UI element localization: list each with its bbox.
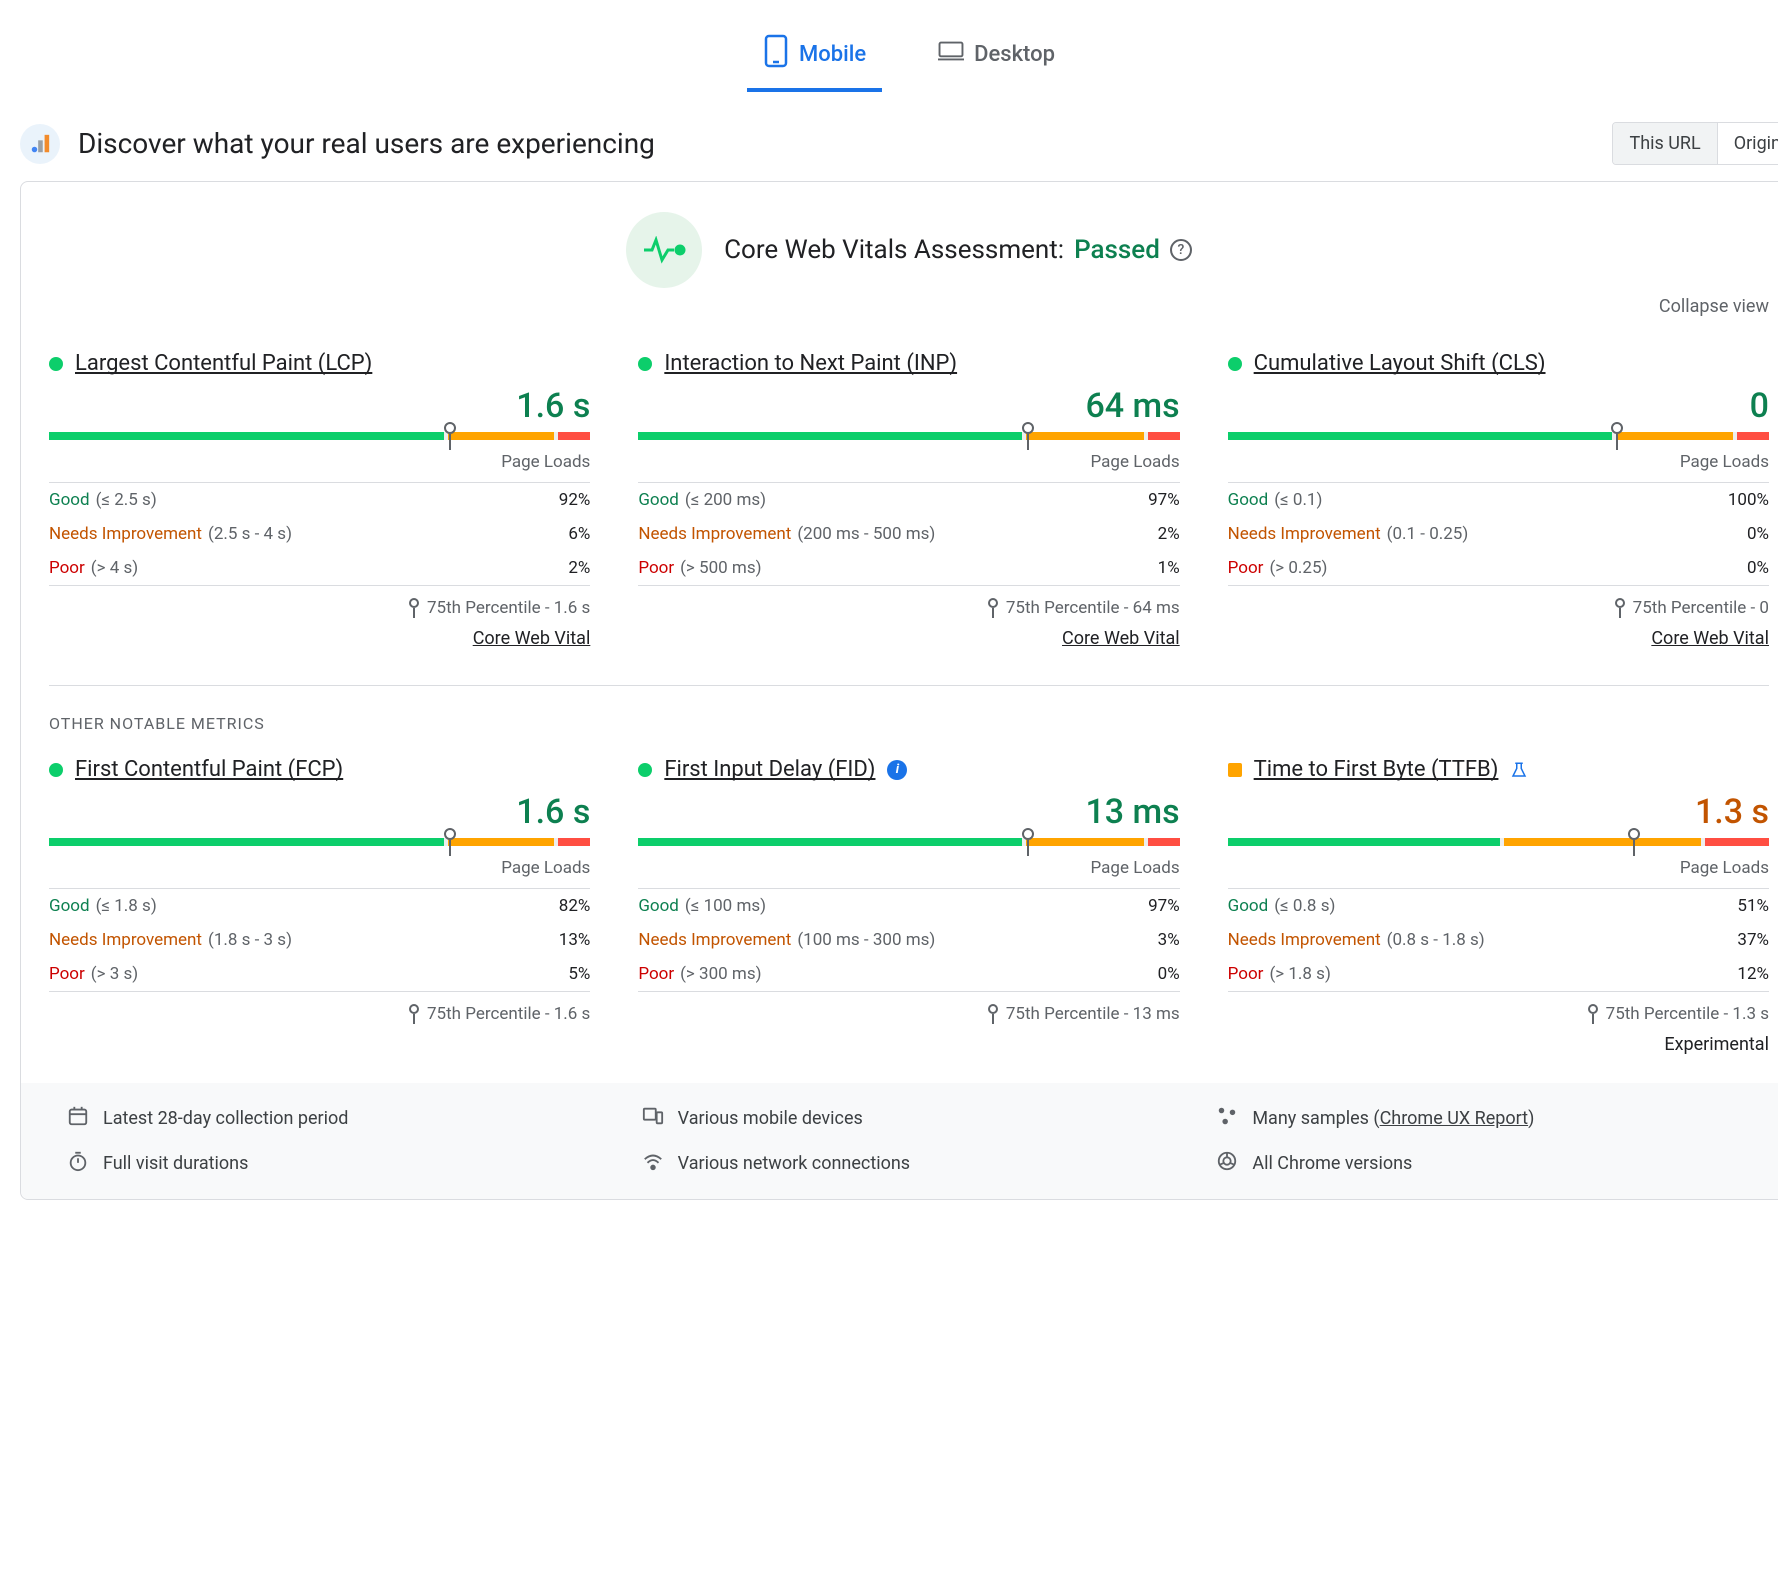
status-dot [638,763,652,777]
seg-this-url[interactable]: This URL [1613,123,1716,164]
pin-icon [409,1004,419,1024]
ttfb-percentile-label: 75th Percentile - 1.3 s [1228,991,1769,1024]
cls-percentile-label: 75th Percentile - 0 [1228,585,1769,618]
fid-distribution-bar [638,838,1179,846]
fcp-name-link[interactable]: First Contentful Paint (FCP) [75,757,343,782]
status-dot [1228,763,1242,777]
flask-icon[interactable] [1510,761,1528,779]
page-loads-label: Page Loads [1228,858,1769,878]
fid-value: 13 ms [638,792,1179,832]
core-metrics-grid: Largest Contentful Paint (LCP) 1.6 s Pag… [49,351,1769,649]
desktop-icon [938,34,964,74]
pin-icon [1615,598,1625,618]
page-loads-label: Page Loads [49,858,590,878]
lcp-distribution-bar [49,432,590,440]
cls-distribution-bar [1228,432,1769,440]
status-dot [638,357,652,371]
metric-cls: Cumulative Layout Shift (CLS) 0 Page Loa… [1228,351,1769,649]
cls-cwv-link[interactable]: Core Web Vital [1228,628,1769,649]
page-loads-label: Page Loads [49,452,590,472]
cls-name-link[interactable]: Cumulative Layout Shift (CLS) [1254,351,1546,376]
pin-icon [1588,1004,1598,1024]
chrome-icon [1216,1150,1238,1177]
page-loads-label: Page Loads [638,858,1179,878]
fid-name-link[interactable]: First Input Delay (FID) [664,757,875,782]
footer-samples: Many samples (Chrome UX Report) [1216,1105,1751,1132]
url-origin-segmented: This URL Origin [1612,122,1778,165]
ttfb-distribution-bar [1228,838,1769,846]
fcp-value: 1.6 s [49,792,590,832]
pin-icon [409,598,419,618]
tab-mobile[interactable]: Mobile [747,20,882,92]
inp-distribution-bar [638,432,1179,440]
core-web-vitals-panel: Core Web Vitals Assessment: Passed ? Col… [20,181,1778,1200]
mobile-icon [763,34,789,74]
ttfb-name-link[interactable]: Time to First Byte (TTFB) [1254,757,1499,782]
inp-cwv-link[interactable]: Core Web Vital [638,628,1179,649]
percentile-pin-icon [444,422,456,450]
metric-fid: First Input Delay (FID) i 13 ms Page Loa… [638,757,1179,1055]
footer-period: Latest 28-day collection period [67,1105,602,1132]
status-dot [49,763,63,777]
ttfb-experimental-label: Experimental [1228,1034,1769,1055]
fcp-distribution-bar [49,838,590,846]
inp-name-link[interactable]: Interaction to Next Paint (INP) [664,351,957,376]
tab-desktop-label: Desktop [974,42,1055,67]
percentile-pin-icon [1611,422,1623,450]
metric-lcp: Largest Contentful Paint (LCP) 1.6 s Pag… [49,351,590,649]
footer-durations: Full visit durations [67,1150,602,1177]
info-icon[interactable]: i [887,760,907,780]
footer-devices: Various mobile devices [642,1105,1177,1132]
other-metrics-heading: OTHER NOTABLE METRICS [49,714,1769,733]
footer-networks: Various network connections [642,1150,1177,1177]
cls-value: 0 [1228,386,1769,426]
percentile-pin-icon [444,828,456,856]
other-metrics-grid: First Contentful Paint (FCP) 1.6 s Page … [49,757,1769,1055]
pin-icon [988,598,998,618]
percentile-pin-icon [1022,422,1034,450]
percentile-pin-icon [1628,828,1640,856]
seg-origin[interactable]: Origin [1717,123,1778,164]
page-loads-label: Page Loads [638,452,1179,472]
devices-icon [642,1105,664,1132]
metric-fcp: First Contentful Paint (FCP) 1.6 s Page … [49,757,590,1055]
help-icon[interactable]: ? [1170,239,1192,261]
pin-icon [988,1004,998,1024]
ttfb-value: 1.3 s [1228,792,1769,832]
inp-percentile-label: 75th Percentile - 64 ms [638,585,1179,618]
percentile-pin-icon [1022,828,1034,856]
assessment-status: Passed [1074,235,1160,265]
tab-desktop[interactable]: Desktop [922,20,1071,92]
samples-icon [1216,1105,1238,1132]
collapse-view-button[interactable]: Collapse view [49,296,1769,317]
lcp-cwv-link[interactable]: Core Web Vital [49,628,590,649]
lcp-percentile-label: 75th Percentile - 1.6 s [49,585,590,618]
assessment-label: Core Web Vitals Assessment: [724,235,1064,265]
stopwatch-icon [67,1150,89,1177]
tab-mobile-label: Mobile [799,42,866,67]
fid-percentile-label: 75th Percentile - 13 ms [638,991,1179,1024]
status-dot [49,357,63,371]
lcp-name-link[interactable]: Largest Contentful Paint (LCP) [75,351,372,376]
page-title: Discover what your real users are experi… [78,127,655,160]
status-dot [1228,357,1242,371]
inp-value: 64 ms [638,386,1179,426]
lcp-value: 1.6 s [49,386,590,426]
wifi-icon [642,1150,664,1177]
metric-ttfb: Time to First Byte (TTFB) 1.3 s Page Loa… [1228,757,1769,1055]
page-loads-label: Page Loads [1228,452,1769,472]
divider [49,685,1769,686]
footer-info: Latest 28-day collection period Various … [21,1083,1778,1199]
calendar-icon [67,1105,89,1132]
chrome-ux-report-link[interactable]: Chrome UX Report [1380,1108,1528,1129]
footer-versions: All Chrome versions [1216,1150,1751,1177]
brand-icon [20,124,60,164]
fcp-percentile-label: 75th Percentile - 1.6 s [49,991,590,1024]
metric-inp: Interaction to Next Paint (INP) 64 ms Pa… [638,351,1179,649]
pulse-icon [626,212,702,288]
